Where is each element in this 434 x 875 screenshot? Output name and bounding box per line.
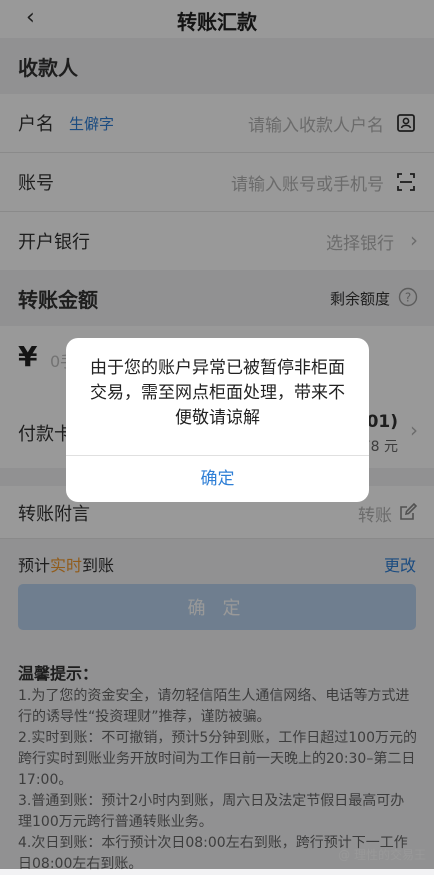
transfer-page: ‹ 转账汇款 收款人 户名 生僻字 请输入收款人户名 账号 请输入账号或手机号 … xyxy=(0,0,434,872)
dialog-message: 由于您的账户异常已被暂停非柜面交易，需至网点柜面处理，带来不便敬请谅解 xyxy=(90,358,345,428)
alert-dialog: 由于您的账户异常已被暂停非柜面交易，需至网点柜面处理，带来不便敬请谅解 确定 xyxy=(66,338,369,502)
dialog-confirm-button[interactable]: 确定 xyxy=(66,456,369,502)
